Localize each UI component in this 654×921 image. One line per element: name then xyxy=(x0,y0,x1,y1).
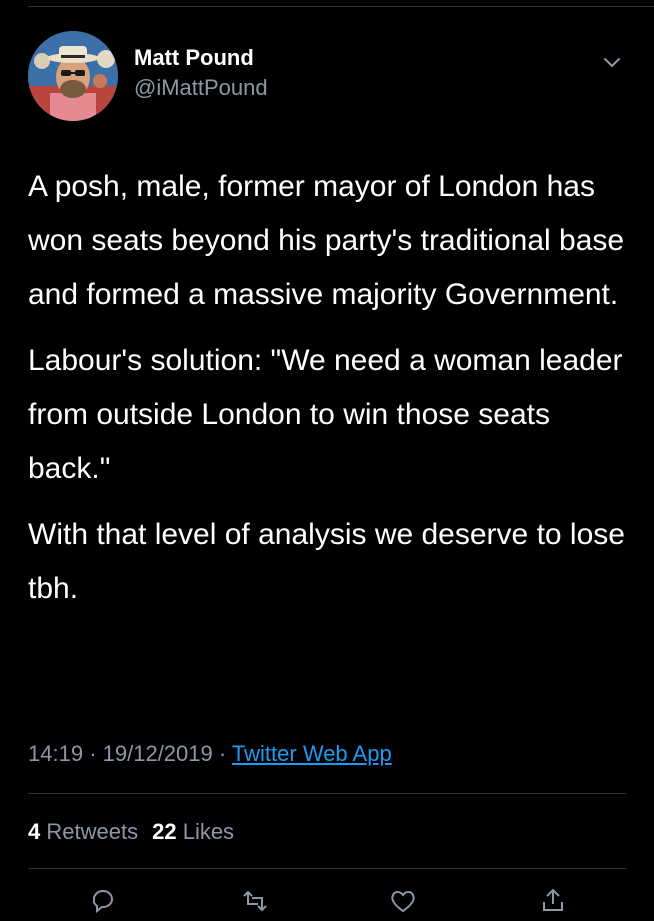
likes-label: Likes xyxy=(182,819,235,844)
retweets-count: 4 xyxy=(28,819,41,844)
action-bar xyxy=(0,886,654,916)
tweet-paragraph: With that level of analysis we deserve t… xyxy=(28,518,625,605)
tweet-source-link[interactable]: Twitter Web App xyxy=(232,741,392,766)
top-divider xyxy=(28,6,654,7)
chevron-down-icon[interactable] xyxy=(598,48,626,76)
reply-icon[interactable] xyxy=(88,886,118,916)
likes-stat[interactable]: 22 Likes xyxy=(152,819,234,844)
likes-count: 22 xyxy=(152,819,177,844)
retweets-stat[interactable]: 4 Retweets xyxy=(28,819,138,844)
author-display-name[interactable]: Matt Pound xyxy=(134,43,268,73)
tweet-text: A posh, male, former mayor of London has… xyxy=(28,160,628,628)
tweet-header: Matt Pound @iMattPound xyxy=(28,30,626,122)
meta-separator: · xyxy=(218,741,227,766)
author-handle[interactable]: @iMattPound xyxy=(134,73,268,103)
heart-icon[interactable] xyxy=(388,886,418,916)
tweet-date[interactable]: 19/12/2019 xyxy=(103,741,213,766)
tweet-paragraph: Labour's solution: "We need a woman lead… xyxy=(28,344,623,485)
retweets-label: Retweets xyxy=(46,819,139,844)
meta-separator: · xyxy=(89,741,97,766)
retweet-icon[interactable] xyxy=(240,886,270,916)
share-icon[interactable] xyxy=(538,886,568,916)
author-names: Matt Pound @iMattPound xyxy=(134,43,268,103)
stats-divider xyxy=(28,793,626,794)
actions-divider xyxy=(28,868,626,869)
avatar-image xyxy=(28,31,118,121)
tweet-meta: 14:19 · 19/12/2019 · Twitter Web App xyxy=(28,732,392,776)
tweet-stats: 4 Retweets 22 Likes xyxy=(28,812,234,852)
tweet-paragraph: A posh, male, former mayor of London has… xyxy=(28,170,625,311)
tweet-time[interactable]: 14:19 xyxy=(28,741,83,766)
avatar[interactable] xyxy=(28,31,118,121)
